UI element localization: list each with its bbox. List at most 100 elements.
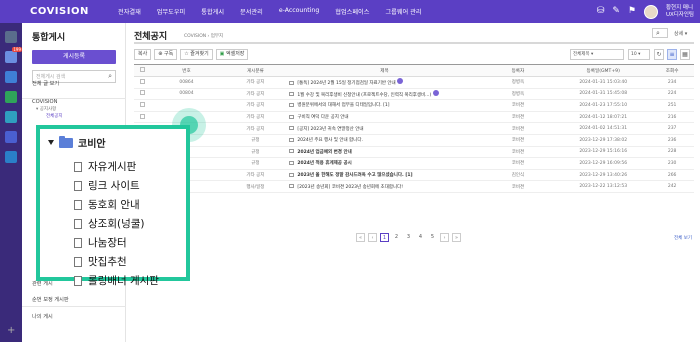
avatar[interactable] <box>643 4 658 19</box>
last-page-button[interactable]: » <box>452 233 461 242</box>
table-row[interactable]: 00864 기타 공지 [통독] 2024년 2월 15일 정기점검일 자료기반 안… <box>134 76 694 89</box>
row-author[interactable]: 코비젼 <box>479 111 557 124</box>
detail-search-toggle[interactable]: 상세 ▾ <box>674 30 687 37</box>
row-author[interactable]: 정병옥 <box>479 88 557 101</box>
copy-button[interactable]: 복사 <box>134 49 152 60</box>
org-chart-icon[interactable]: ⛁ <box>597 7 605 16</box>
row-author[interactable]: 코비젼 <box>479 146 557 159</box>
page-5[interactable]: 5 <box>428 233 437 242</box>
board-item-restaurants[interactable]: 맛집추천 <box>74 254 127 269</box>
row-title[interactable]: 1월 수강 및 복리후생비 신청안내 (프로젝트수당, 인력직 복리후생비...… <box>289 88 480 101</box>
row-checkbox-cell[interactable] <box>134 99 152 112</box>
sidebar-item-covision[interactable]: COVISION <box>32 99 57 105</box>
top-nav-admin[interactable]: 그룹웨어 관리 <box>377 7 429 16</box>
board-item-free[interactable]: 자유게시판 <box>74 159 136 174</box>
page-3[interactable]: 3 <box>404 233 413 242</box>
search-icon[interactable]: ⌕ <box>108 72 112 81</box>
sidebar-item-my-posts[interactable]: 나의 게시 <box>32 313 53 320</box>
home-icon[interactable] <box>5 31 17 43</box>
table-row[interactable]: 규정 2024년 적용 휴게제공 공시 코비젼 2023-12-29 16:09:56… <box>134 157 694 170</box>
table-row[interactable]: 기타 공지 [공지] 2023년 귀속 연말정산 안내 코비젼 2024-01-02 … <box>134 122 694 135</box>
breadcrumb[interactable]: COVISION › 업무지 <box>184 33 223 39</box>
sidebar-item-notice-group[interactable]: ▾ 공지사항 <box>36 106 56 112</box>
table-row[interactable]: 기타 공지 2023년 올 한해도 정말 감사드려옥 수고 많으셨습니다. [1]… <box>134 169 694 182</box>
user-info[interactable]: 황현지 매니 UX디자인팀 <box>666 5 694 19</box>
favorite-button[interactable]: ☆ 즐겨찾기 <box>180 49 213 60</box>
table-row[interactable]: 00804 기타 공지 1월 수강 및 복리후생비 신청안내 (프로젝트수당, 인력… <box>134 88 694 101</box>
col-date[interactable]: 등록일(GMT+9) <box>556 64 651 77</box>
collapse-icon[interactable] <box>48 140 54 145</box>
select-all-checkbox[interactable] <box>134 64 152 77</box>
board-item-mutual-aid[interactable]: 상조회(넝쿨) <box>74 216 145 231</box>
board-item-clubs[interactable]: 동호회 안내 <box>74 197 140 212</box>
next-page-button[interactable]: › <box>440 233 449 242</box>
checkbox[interactable] <box>140 78 146 84</box>
checkbox[interactable] <box>140 113 146 119</box>
search-icon[interactable]: ⌕ <box>656 29 660 38</box>
col-title[interactable]: 제목 <box>289 64 480 77</box>
page-1[interactable]: 1 <box>380 233 389 242</box>
top-nav-collab-space[interactable]: 협업스페이스 <box>327 7 377 16</box>
row-title[interactable]: 병원분위에서의 대해서 업무을 디테일입니다. [1] <box>289 99 480 112</box>
sidebar-item-all-posts[interactable]: 전체 글 보기 <box>32 80 59 87</box>
page-search-input[interactable] <box>652 28 668 38</box>
row-checkbox-cell[interactable] <box>134 88 152 101</box>
checkbox[interactable] <box>140 101 146 107</box>
page-size-select[interactable]: 10 ▾ <box>628 49 650 60</box>
col-author[interactable]: 등록자 <box>479 64 557 77</box>
list-view-icon[interactable]: ≡ <box>667 49 677 60</box>
board-item-market[interactable]: 나눔장터 <box>74 235 127 250</box>
col-category[interactable]: 게시분류 <box>221 64 290 77</box>
row-title[interactable]: 2024년 업금예외 변경 안내 <box>289 146 480 159</box>
sidebar-item-notice-all[interactable]: 전체공지 <box>46 113 63 119</box>
checkbox[interactable] <box>140 67 146 72</box>
sidebar-item-related[interactable]: 관련 게시 <box>32 280 53 287</box>
row-author[interactable]: 김인식 <box>479 169 557 182</box>
row-title[interactable]: 2024년 적용 휴게제공 공시 <box>289 157 480 170</box>
sidebar-search-input[interactable]: 전체게시 검색 <box>36 73 65 80</box>
table-row[interactable]: 규정 2024년 업금예외 변경 안내 코비젼 2023-12-29 15:16:16… <box>134 146 694 159</box>
write-post-button[interactable]: 게시등록 <box>32 50 116 64</box>
board-icon[interactable] <box>5 111 17 123</box>
refresh-icon[interactable]: ↻ <box>654 49 664 60</box>
filter-select[interactable]: 전체제목 ▾ <box>570 49 624 60</box>
callout-category[interactable]: 코비안 <box>48 135 106 150</box>
notification-icon[interactable]: ⚑ <box>628 7 636 16</box>
grid-view-icon[interactable]: ▦ <box>680 49 690 60</box>
app-logo[interactable]: COVISION <box>0 6 110 17</box>
first-page-button[interactable]: « <box>356 233 365 242</box>
excel-export-button[interactable]: ▣ 엑셀저장 <box>215 49 249 60</box>
page-4[interactable]: 4 <box>416 233 425 242</box>
col-number[interactable]: 번호 <box>151 64 222 77</box>
row-title[interactable]: [공지] 2023년 귀속 연말정산 안내 <box>289 122 480 135</box>
table-row[interactable]: 기타 공지 병원분위에서의 대해서 업무을 디테일입니다. [1] 코비젼 2024-… <box>134 99 694 112</box>
row-author[interactable]: 코비젼 <box>479 99 557 112</box>
table-row[interactable]: 기타 공지 구비직 여덕 다운 공지 안내 코비젼 2024-01-12 18:07:… <box>134 111 694 124</box>
calendar-icon[interactable] <box>5 71 17 83</box>
mail-icon[interactable]: 199 <box>5 47 22 63</box>
board-item-rolling-banner[interactable]: 롤링배너 게시판 <box>74 273 159 288</box>
top-nav-approval[interactable]: 전자결재 <box>110 7 149 16</box>
add-app-icon[interactable]: + <box>7 325 15 336</box>
row-checkbox-cell[interactable] <box>134 76 152 89</box>
prev-page-button[interactable]: ‹ <box>368 233 377 242</box>
row-author[interactable]: 코비젼 <box>479 180 557 193</box>
table-row[interactable]: 행사/일정 [2023년 송년회] 코비젼 2023년 송년회에 초대합니다! 코비… <box>134 180 694 193</box>
view-all-link[interactable]: 전체 보기 <box>674 235 692 241</box>
row-title[interactable]: [통독] 2024년 2월 15일 정기점검일 자료기반 안내 <box>289 76 480 89</box>
subscribe-button[interactable]: ⊕ 구독 <box>154 49 178 60</box>
row-title[interactable]: 2024년 주요 행사 및 안내 합니다. <box>289 134 480 147</box>
page-2[interactable]: 2 <box>392 233 401 242</box>
drive-icon[interactable] <box>5 131 17 143</box>
row-author[interactable]: 코비젼 <box>479 157 557 170</box>
row-title[interactable]: 구비직 여덕 다운 공지 안내 <box>289 111 480 124</box>
row-checkbox-cell[interactable] <box>134 111 152 124</box>
top-nav-work-helper[interactable]: 업무도우미 <box>149 7 193 16</box>
row-author[interactable]: 코비젼 <box>479 134 557 147</box>
edit-icon[interactable]: ✎ <box>612 7 620 16</box>
col-views[interactable]: 조회수 <box>650 64 694 77</box>
checkbox[interactable] <box>140 90 146 96</box>
row-title[interactable]: 2023년 올 한해도 정말 감사드려옥 수고 많으셨습니다. [1] <box>289 169 480 182</box>
row-author[interactable]: 정병옥 <box>479 76 557 89</box>
row-title[interactable]: [2023년 송년회] 코비젼 2023년 송년회에 초대합니다! <box>289 180 480 193</box>
